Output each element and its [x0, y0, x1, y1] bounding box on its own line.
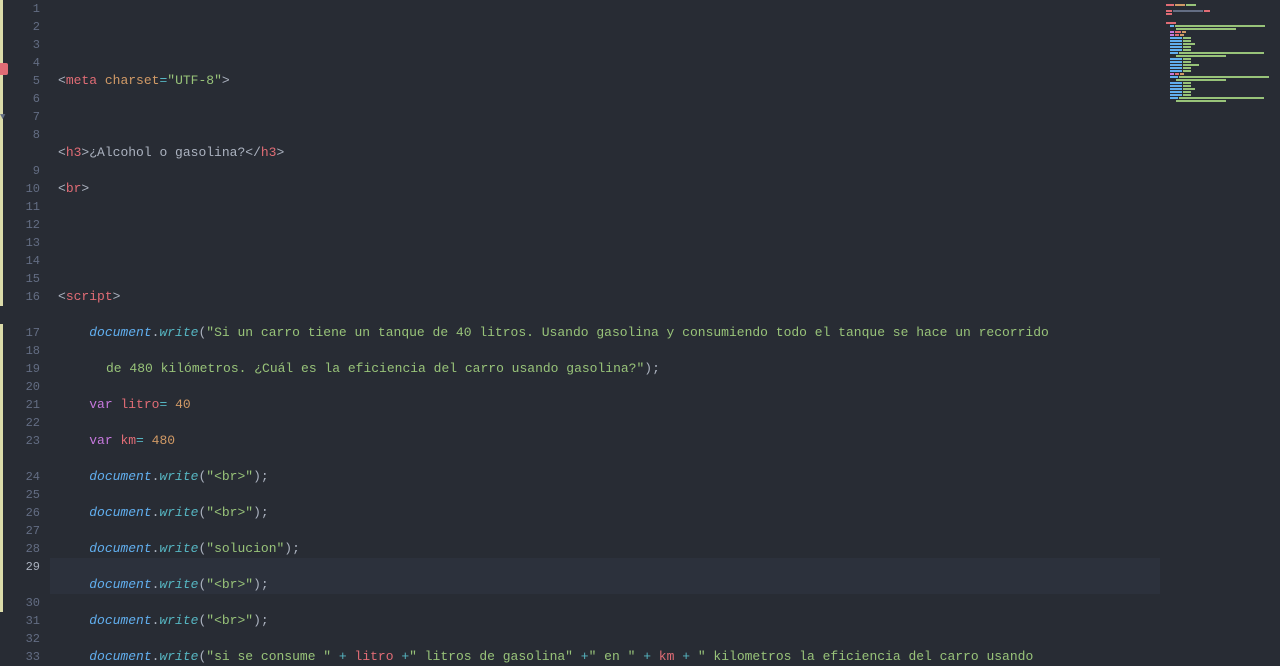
line-number[interactable]: 20 — [8, 378, 40, 396]
line-number[interactable]: 22 — [8, 414, 40, 432]
code-line[interactable]: <h3>¿Alcohol o gasolina?</h3> — [58, 144, 1152, 162]
line-number[interactable]: 5 — [8, 72, 40, 90]
code-line[interactable]: document.write("<br>"); — [58, 576, 1152, 594]
code-editor: 1 2 3 4 5 6 ▼7 8 9 10 11 12 13 14 15 16 … — [0, 0, 1280, 665]
line-number[interactable]: 14 — [8, 252, 40, 270]
error-indicator[interactable] — [0, 63, 8, 75]
line-number[interactable] — [8, 144, 40, 162]
line-number[interactable]: 3 — [8, 36, 40, 54]
line-number[interactable]: 31 — [8, 612, 40, 630]
line-number[interactable] — [8, 450, 40, 468]
line-number[interactable]: 4 — [8, 54, 40, 72]
modification-indicator — [0, 0, 3, 306]
line-number[interactable]: 30 — [8, 594, 40, 612]
code-line[interactable]: document.write("Si un carro tiene un tan… — [58, 324, 1152, 342]
code-line[interactable]: <meta charset="UTF-8"> — [58, 72, 1152, 90]
code-line[interactable]: document.write("<br>"); — [58, 612, 1152, 630]
code-line[interactable]: <br> — [58, 180, 1152, 198]
line-number[interactable]: 17 — [8, 324, 40, 342]
line-number[interactable]: 28 — [8, 540, 40, 558]
code-line[interactable]: de 480 kilómetros. ¿Cuál es la eficienci… — [58, 360, 1152, 378]
line-number[interactable]: 9 — [8, 162, 40, 180]
code-line[interactable]: var km= 480 — [58, 432, 1152, 450]
line-number-gutter[interactable]: 1 2 3 4 5 6 ▼7 8 9 10 11 12 13 14 15 16 … — [0, 0, 50, 665]
code-line[interactable]: document.write("<br>"); — [58, 504, 1152, 522]
line-number[interactable]: 8 — [8, 126, 40, 144]
code-content[interactable]: <meta charset="UTF-8"> <h3>¿Alcohol o ga… — [50, 0, 1160, 665]
line-number[interactable]: 10 — [8, 180, 40, 198]
line-number[interactable] — [8, 576, 40, 594]
code-line[interactable]: var litro= 40 — [58, 396, 1152, 414]
line-number[interactable]: 26 — [8, 504, 40, 522]
line-number[interactable]: 18 — [8, 342, 40, 360]
line-number[interactable]: 19 — [8, 360, 40, 378]
line-number[interactable]: 12 — [8, 216, 40, 234]
line-number[interactable]: 13 — [8, 234, 40, 252]
line-number[interactable]: 24 — [8, 468, 40, 486]
line-number[interactable]: 16 — [8, 288, 40, 306]
code-line[interactable] — [58, 108, 1152, 126]
line-number[interactable]: 11 — [8, 198, 40, 216]
line-number[interactable]: 2 — [8, 18, 40, 36]
code-line[interactable]: document.write("si se consume " + litro … — [58, 648, 1152, 665]
modification-indicator — [0, 324, 3, 612]
line-number[interactable]: 32 — [8, 630, 40, 648]
line-number[interactable]: ▼7 — [8, 108, 40, 126]
line-number[interactable]: 21 — [8, 396, 40, 414]
line-number[interactable]: 6 — [8, 90, 40, 108]
line-number[interactable]: 27 — [8, 522, 40, 540]
line-number[interactable]: 29 — [8, 558, 40, 576]
line-number[interactable]: 33 — [8, 648, 40, 666]
code-line[interactable]: <script> — [58, 288, 1152, 306]
fold-icon[interactable]: ▼ — [0, 108, 5, 126]
line-number[interactable]: 1 — [8, 0, 40, 18]
active-line-highlight — [50, 558, 1160, 576]
minimap[interactable] — [1160, 0, 1280, 665]
code-line[interactable]: document.write("solucion"); — [58, 540, 1152, 558]
code-line[interactable] — [58, 216, 1152, 234]
line-number[interactable]: 23 — [8, 432, 40, 450]
line-number[interactable]: 15 — [8, 270, 40, 288]
line-number[interactable] — [8, 306, 40, 324]
code-line[interactable] — [58, 252, 1152, 270]
line-number[interactable]: 25 — [8, 486, 40, 504]
code-line[interactable]: document.write("<br>"); — [58, 468, 1152, 486]
